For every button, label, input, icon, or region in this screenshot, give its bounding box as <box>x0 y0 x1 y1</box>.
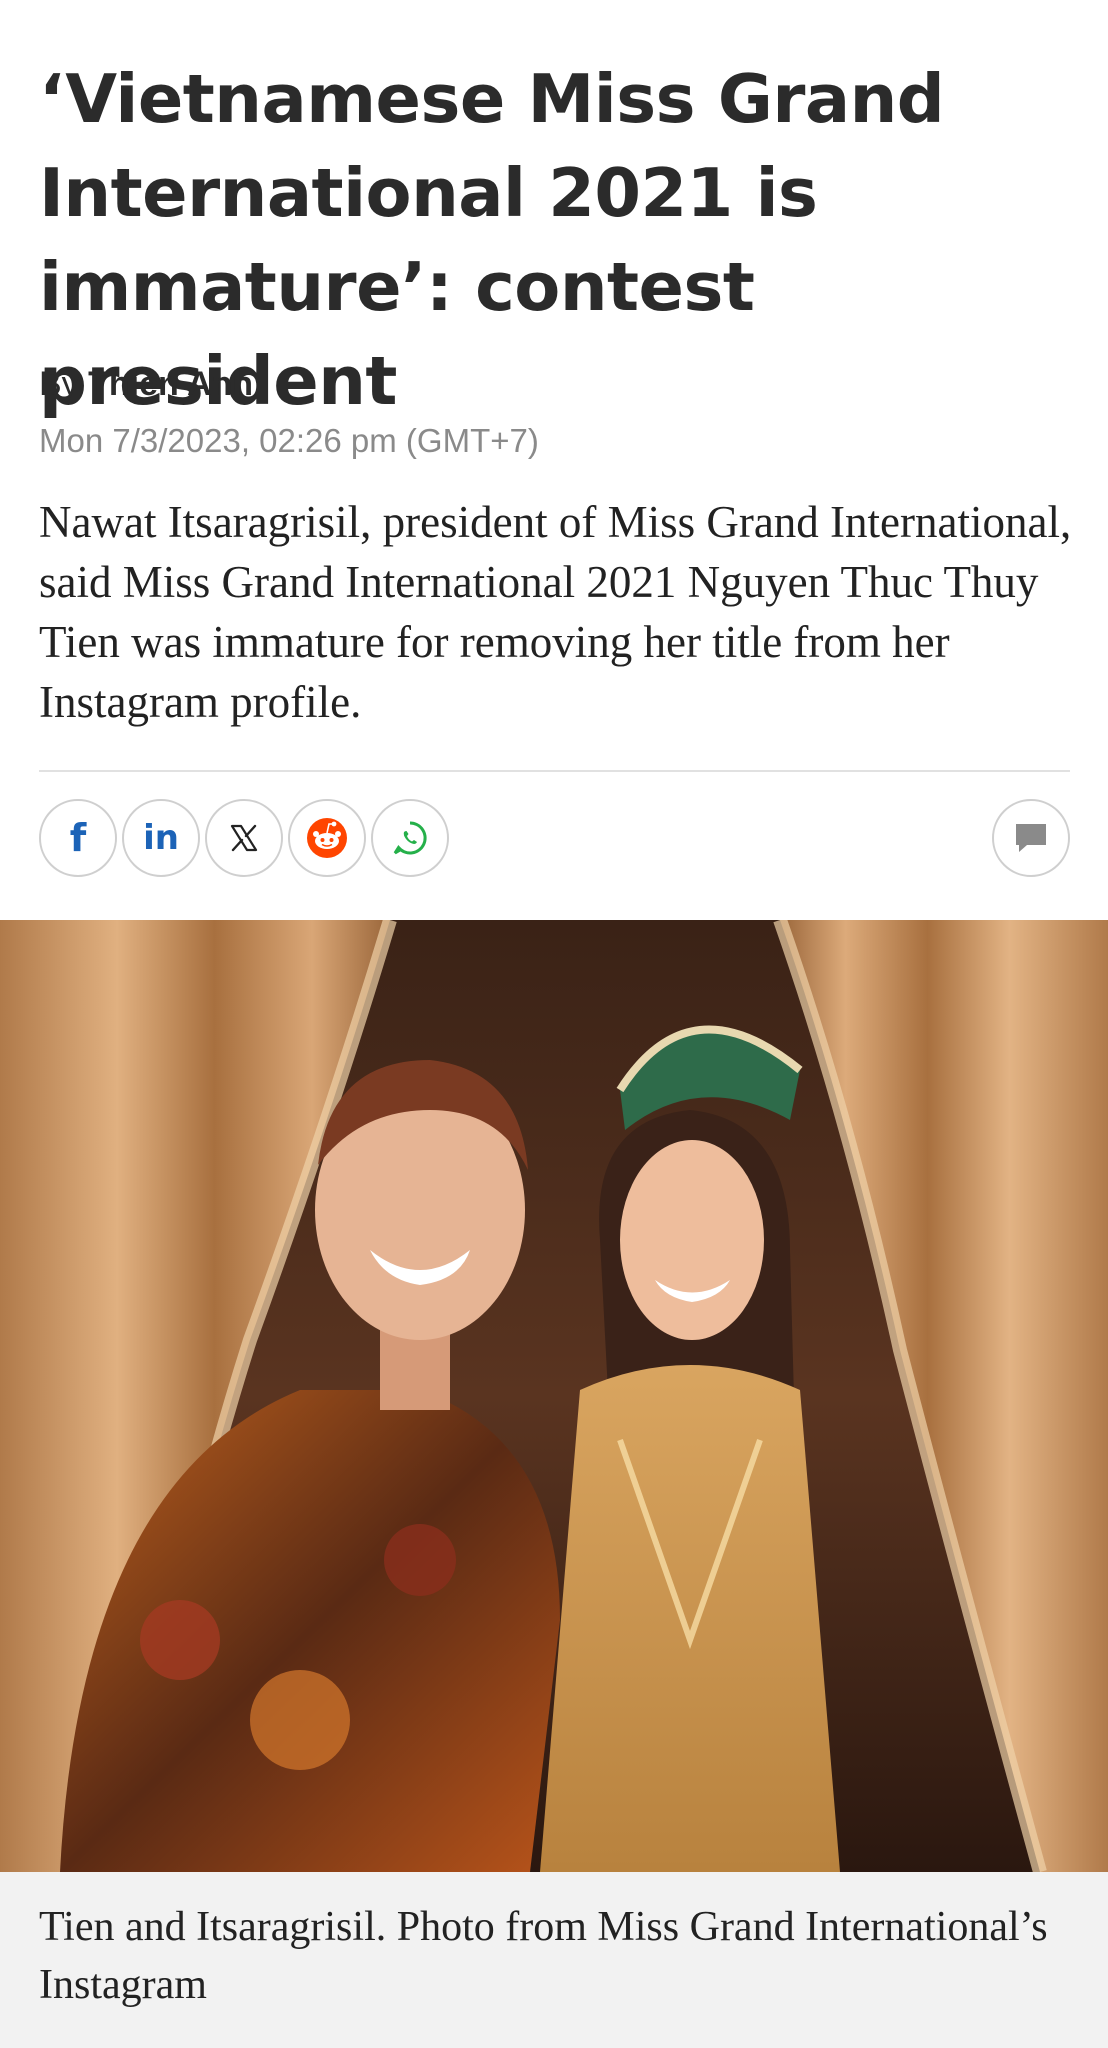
reddit-icon <box>307 818 347 858</box>
divider <box>39 770 1070 772</box>
share-linkedin-button[interactable]: in <box>122 799 200 877</box>
byline-prefix: By <box>39 365 79 403</box>
comment-icon <box>1016 824 1046 852</box>
photo-illustration <box>0 920 1108 1872</box>
photo-caption: Tien and Itsaragrisil. Photo from Miss G… <box>39 1904 1048 2008</box>
article-photo <box>0 920 1108 1872</box>
share-reddit-button[interactable] <box>288 799 366 877</box>
comment-button[interactable] <box>992 799 1070 877</box>
share-x-button[interactable] <box>205 799 283 877</box>
facebook-icon: f <box>69 816 87 860</box>
x-icon <box>230 824 258 852</box>
share-whatsapp-button[interactable] <box>371 799 449 877</box>
author-link[interactable]: Thien Anh <box>88 365 253 403</box>
share-bar: f in <box>39 799 1070 883</box>
byline: By Thien Anh <box>39 365 253 404</box>
photo-caption-box: Tien and Itsaragrisil. Photo from Miss G… <box>0 1872 1108 2048</box>
share-facebook-button[interactable]: f <box>39 799 117 877</box>
timestamp: Mon 7/3/2023, 02:26 pm (GMT+7) <box>39 422 539 459</box>
whatsapp-icon <box>393 821 427 855</box>
lead-paragraph: Nawat Itsaragrisil, president of Miss Gr… <box>39 497 1072 727</box>
linkedin-icon: in <box>143 818 179 858</box>
